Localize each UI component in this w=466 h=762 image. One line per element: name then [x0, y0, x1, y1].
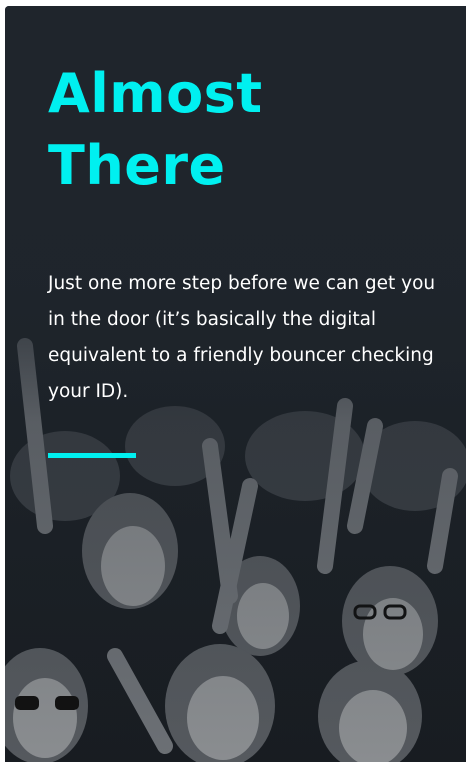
headline-line-2: There	[48, 134, 226, 197]
accent-divider	[48, 453, 136, 458]
hero-panel: Almost There Just one more step before w…	[5, 6, 466, 762]
description-text: Just one more step before we can get you…	[48, 273, 436, 402]
page-title: Almost There	[48, 58, 448, 202]
headline-line-1: Almost	[48, 62, 263, 125]
hero-content: Almost There Just one more step before w…	[48, 58, 448, 458]
